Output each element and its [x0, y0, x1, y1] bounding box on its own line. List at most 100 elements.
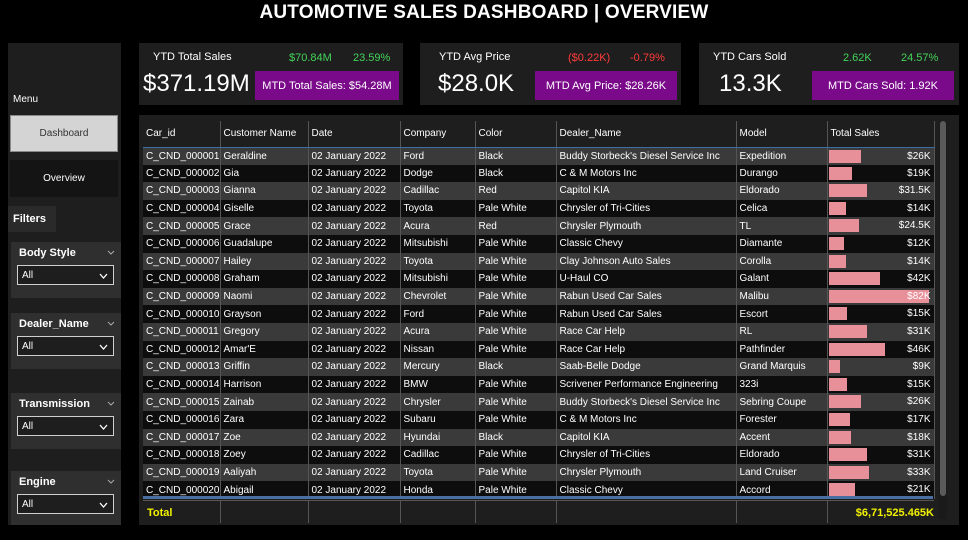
- table-row[interactable]: C_CND_000001 Geraldine 02 January 2022 Ford…: [143, 147, 935, 165]
- cell-total-sales: $18K: [827, 428, 935, 447]
- cell-dealer-name: Classic Chevy: [556, 234, 737, 253]
- sales-value: $42K: [907, 273, 931, 285]
- column-header[interactable]: Date: [308, 121, 401, 148]
- cell-color: Pale White: [475, 199, 557, 218]
- table-row[interactable]: C_CND_000005 Grace 02 January 2022 Acura Red…: [143, 217, 935, 235]
- table-row[interactable]: C_CND_000006 Guadalupe 02 January 2022 Mits…: [143, 234, 935, 253]
- sales-value: $31.5K: [898, 185, 931, 197]
- clear-selection-icon[interactable]: [107, 248, 115, 256]
- sales-data-bar: [828, 166, 852, 180]
- table-row[interactable]: C_CND_000002 Gia 02 January 2022 Dodge Black…: [143, 164, 935, 183]
- scrollbar-thumb[interactable]: [940, 121, 946, 496]
- table-row[interactable]: C_CND_000012 Amar'E 02 January 2022 Nissan P…: [143, 340, 935, 359]
- cell-date: 02 January 2022: [308, 147, 401, 165]
- vertical-scrollbar[interactable]: [939, 121, 947, 519]
- sales-table-visual: Car_id Customer Name Date Company Color …: [139, 115, 959, 525]
- cell-model: Escort: [736, 305, 828, 323]
- cell-company: Ford: [400, 305, 476, 323]
- slicer-engine: Engine All: [11, 471, 121, 525]
- sales-data-bar: [828, 254, 846, 268]
- cell-customer-name: Amar'E: [220, 340, 309, 359]
- cell-date: 02 January 2022: [308, 322, 401, 341]
- cell-total-sales: $9K: [827, 358, 935, 376]
- cell-customer-name: Zainab: [220, 393, 309, 411]
- column-header[interactable]: Customer Name: [220, 121, 309, 148]
- sales-value: $82K: [907, 290, 931, 302]
- table-row[interactable]: C_CND_000008 Graham 02 January 2022 Mitsubi…: [143, 270, 935, 288]
- horizontal-scrollbar[interactable]: [143, 496, 933, 499]
- column-header[interactable]: Company: [400, 121, 476, 148]
- cell-car-id: C_CND_000002: [143, 164, 221, 183]
- column-header[interactable]: Total Sales: [827, 121, 935, 148]
- cell-color: Pale White: [475, 252, 557, 271]
- kpi-card-cars-sold: YTD Cars Sold 2.62K 24.57% 13.3K MTD Car…: [699, 43, 959, 105]
- cell-car-id: C_CND_000016: [143, 410, 221, 429]
- engine-dropdown[interactable]: All: [17, 494, 114, 514]
- cell-model: Grand Marquis: [736, 358, 828, 376]
- slicer-label: Dealer_Name: [19, 318, 89, 330]
- cell-car-id: C_CND_000006: [143, 234, 221, 253]
- slicer-dealer-name: Dealer_Name All: [11, 313, 121, 369]
- cell-dealer-name: Capitol KIA: [556, 428, 737, 447]
- cell-car-id: C_CND_000014: [143, 375, 221, 394]
- cell-model: Land Cruiser: [736, 463, 828, 482]
- sales-value: $15K: [907, 378, 931, 390]
- table-row[interactable]: C_CND_000019 Aaliyah 02 January 2022 Toyota…: [143, 463, 935, 482]
- cell-customer-name: Graham: [220, 270, 309, 288]
- cell-car-id: C_CND_000009: [143, 287, 221, 306]
- dealer-name-dropdown[interactable]: All: [17, 336, 114, 356]
- table-row[interactable]: C_CND_000014 Harrison 02 January 2022 BMW Pa…: [143, 375, 935, 394]
- table-row[interactable]: C_CND_000017 Zoe 02 January 2022 Hyundai Bla…: [143, 428, 935, 447]
- cell-date: 02 January 2022: [308, 375, 401, 394]
- table-row[interactable]: C_CND_000016 Zara 02 January 2022 Subaru Pal…: [143, 410, 935, 429]
- kpi-label: YTD Total Sales: [153, 51, 232, 63]
- cell-model: Galant: [736, 270, 828, 288]
- column-header[interactable]: Model: [736, 121, 828, 148]
- cell-car-id: C_CND_000018: [143, 446, 221, 464]
- table-row[interactable]: C_CND_000009 Naomi 02 January 2022 Chevrole…: [143, 287, 935, 306]
- clear-selection-icon[interactable]: [107, 477, 115, 485]
- table-row[interactable]: C_CND_000013 Griffin 02 January 2022 Mercur…: [143, 358, 935, 376]
- cell-customer-name: Giselle: [220, 199, 309, 218]
- cell-color: Pale White: [475, 322, 557, 341]
- cell-total-sales: $17K: [827, 410, 935, 429]
- cell-color: Pale White: [475, 287, 557, 306]
- dashboard-button[interactable]: Dashboard: [10, 115, 118, 152]
- sales-value: $14K: [907, 255, 931, 267]
- cell-total-sales: $14K: [827, 199, 935, 218]
- column-header[interactable]: Color: [475, 121, 557, 148]
- body-style-dropdown[interactable]: All: [17, 265, 114, 285]
- sales-data-bar: [828, 412, 850, 426]
- table-row[interactable]: C_CND_000011 Gregory 02 January 2022 Acura P…: [143, 322, 935, 341]
- cell-company: Chrysler: [400, 393, 476, 411]
- clear-selection-icon[interactable]: [107, 399, 115, 407]
- transmission-dropdown[interactable]: All: [17, 416, 114, 436]
- table-row[interactable]: C_CND_000018 Zoey 02 January 2022 Cadillac P…: [143, 446, 935, 464]
- sales-value: $9K: [912, 361, 931, 373]
- cell-dealer-name: Scrivener Performance Engineering: [556, 375, 737, 394]
- table-row[interactable]: C_CND_000010 Grayson 02 January 2022 Ford Pa…: [143, 305, 935, 323]
- cell-model: Accent: [736, 428, 828, 447]
- table-row[interactable]: C_CND_000004 Giselle 02 January 2022 Toyota…: [143, 199, 935, 218]
- column-header[interactable]: Dealer_Name: [556, 121, 737, 148]
- kpi-label: YTD Cars Sold: [713, 51, 787, 63]
- table-header-row: Car_id Customer Name Date Company Color …: [143, 121, 935, 148]
- cell-model: Eldorado: [736, 446, 828, 464]
- cell-color: Pale White: [475, 463, 557, 482]
- table-row[interactable]: C_CND_000003 Gianna 02 January 2022 Cadilla…: [143, 182, 935, 200]
- column-header[interactable]: Car_id: [143, 121, 221, 148]
- cell-date: 02 January 2022: [308, 199, 401, 218]
- kpi-delta-value: $70.84M: [289, 52, 332, 64]
- clear-selection-icon[interactable]: [107, 319, 115, 327]
- sales-value: $21K: [907, 484, 931, 496]
- table-row[interactable]: C_CND_000015 Zainab 02 January 2022 Chrysle…: [143, 393, 935, 411]
- overview-button[interactable]: Overview: [10, 160, 118, 197]
- table-row[interactable]: C_CND_000007 Hailey 02 January 2022 Toyota P…: [143, 252, 935, 271]
- sales-value: $31K: [907, 449, 931, 461]
- sales-value: $24.5K: [898, 220, 931, 232]
- cell-company: Toyota: [400, 252, 476, 271]
- cell-total-sales: $33K: [827, 463, 935, 482]
- cell-color: Black: [475, 428, 557, 447]
- cell-customer-name: Grayson: [220, 305, 309, 323]
- cell-dealer-name: Chrysler of Tri-Cities: [556, 199, 737, 218]
